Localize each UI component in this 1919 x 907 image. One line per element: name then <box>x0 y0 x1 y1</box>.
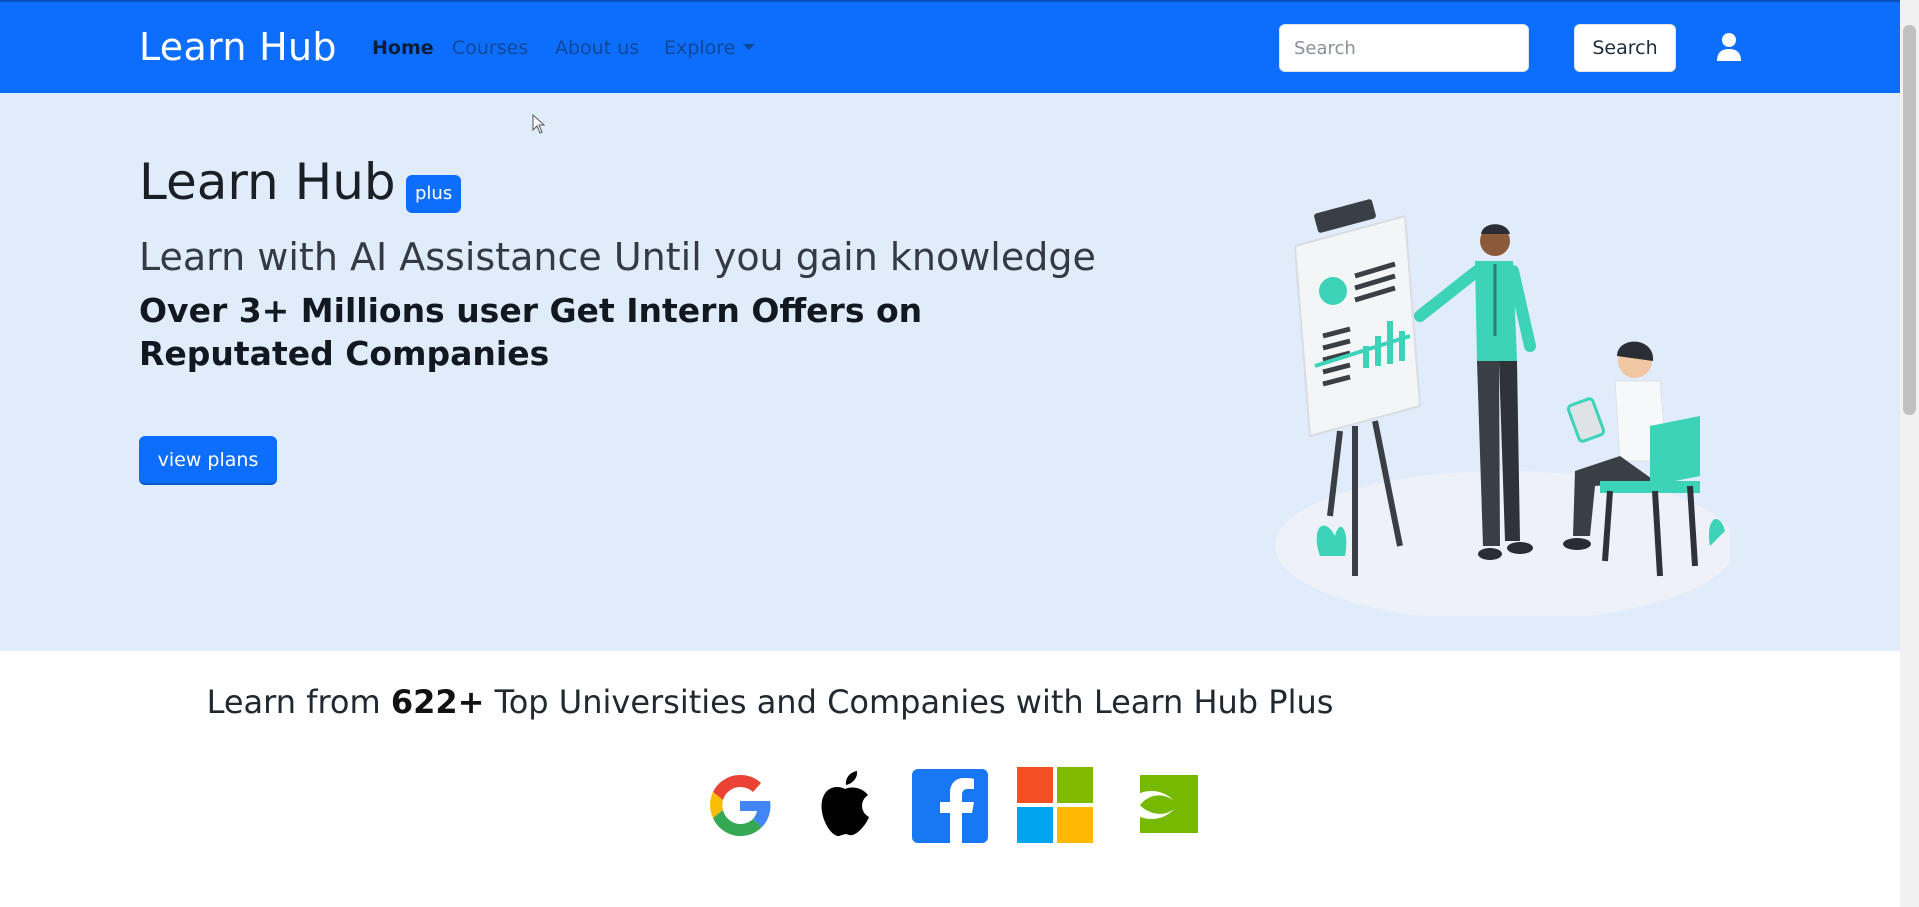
partners-count: 622+ <box>390 683 485 721</box>
nvidia-logo <box>1124 775 1198 833</box>
nav-explore-dropdown[interactable]: Explore <box>664 36 756 60</box>
nav-home[interactable]: Home <box>372 36 434 60</box>
microsoft-logo <box>1017 767 1093 843</box>
plus-badge: plus <box>406 175 462 213</box>
brand-logo[interactable]: Learn Hub <box>139 24 337 70</box>
search-button[interactable]: Search <box>1574 24 1676 72</box>
hero-section: Learn Hub plus Learn with AI Assistance … <box>0 93 1900 651</box>
user-icon[interactable] <box>1716 32 1742 62</box>
partners-suffix: Top Universities and Companies with Lear… <box>484 683 1334 721</box>
chevron-down-icon <box>743 44 756 50</box>
nav-courses[interactable]: Courses <box>452 36 528 60</box>
nav-explore-label: Explore <box>664 37 736 59</box>
hero-tagline: Over 3+ Millions user Get Intern Offers … <box>139 291 923 373</box>
scrollbar-thumb[interactable] <box>1903 25 1916 415</box>
view-plans-button[interactable]: view plans <box>139 436 277 483</box>
hero-subtitle: Learn with AI Assistance Until you gain … <box>139 235 1096 279</box>
presentation-illustration <box>1275 199 1730 616</box>
partners-prefix: Learn from <box>206 683 391 721</box>
hero-title: Learn Hub <box>139 153 396 211</box>
google-logo <box>710 774 771 837</box>
facebook-logo <box>912 769 988 843</box>
nav-about-us[interactable]: About us <box>555 36 639 60</box>
apple-logo <box>821 771 869 837</box>
page-scrollbar[interactable] <box>1900 0 1919 907</box>
mouse-cursor-icon <box>532 114 546 134</box>
search-input[interactable] <box>1279 24 1529 72</box>
navbar: Learn Hub Home Courses About us Explore … <box>0 0 1900 93</box>
partners-headline: Learn from 622+ Top Universities and Com… <box>0 680 1540 724</box>
